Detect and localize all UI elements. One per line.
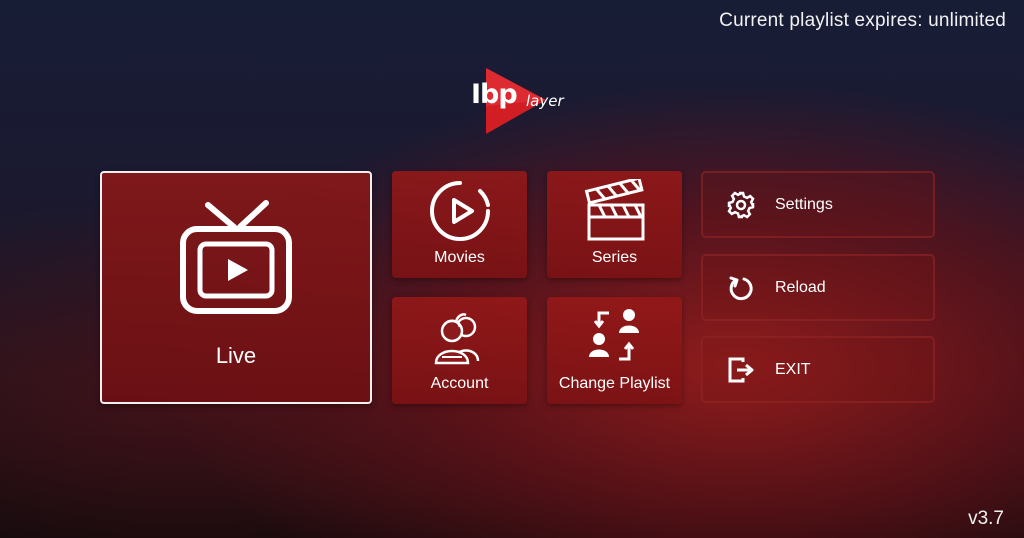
reload-icon: [729, 276, 753, 300]
settings-label: Settings: [775, 195, 833, 213]
account-tile[interactable]: Account: [392, 297, 527, 404]
app-logo: Ibp layer PRO: [468, 66, 568, 138]
swap-users-icon: [588, 309, 639, 361]
exit-button[interactable]: EXIT: [701, 336, 935, 403]
movies-tile[interactable]: Movies: [392, 171, 527, 278]
gear-icon: [727, 190, 755, 219]
settings-button[interactable]: Settings: [701, 171, 935, 238]
exit-label: EXIT: [775, 360, 811, 378]
movies-label: Movies: [434, 249, 485, 266]
account-label: Account: [430, 375, 489, 392]
live-label: Live: [215, 343, 257, 368]
logo-text-primary: Ibp: [471, 79, 518, 110]
play-circle-icon: [429, 181, 490, 241]
reload-label: Reload: [775, 278, 826, 296]
logo-text-pro: PRO: [490, 109, 510, 115]
tv-play-icon: [180, 200, 292, 314]
change-playlist-label: Change Playlist: [558, 375, 671, 392]
logo-text-secondary: layer: [526, 92, 564, 110]
change-playlist-tile[interactable]: Change Playlist: [547, 297, 682, 404]
series-tile[interactable]: Series: [547, 171, 682, 278]
users-icon: [434, 313, 479, 365]
reload-button[interactable]: Reload: [701, 254, 935, 321]
playlist-expiry-text: Current playlist expires: unlimited: [719, 10, 1006, 31]
clapperboard-icon: [584, 179, 644, 241]
live-tile[interactable]: Live: [100, 171, 372, 404]
series-label: Series: [591, 249, 638, 266]
app-version: v3.7: [968, 508, 1004, 529]
exit-icon: [728, 357, 754, 382]
